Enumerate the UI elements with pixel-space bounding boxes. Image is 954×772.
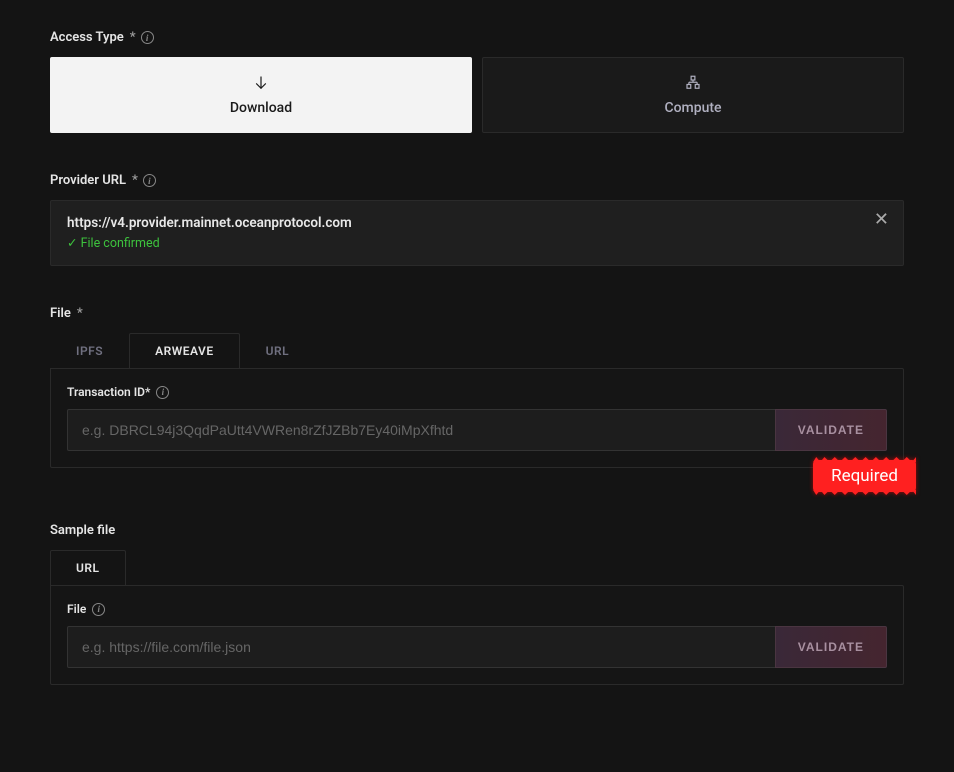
tab-ipfs[interactable]: IPFS (50, 333, 129, 368)
access-type-label: Access Type * i (50, 30, 904, 45)
file-tabs: IPFS ARWEAVE URL (50, 333, 904, 368)
tab-url[interactable]: URL (240, 333, 316, 368)
provider-url: https://v4.provider.mainnet.oceanprotoco… (67, 215, 887, 231)
validate-button[interactable]: VALIDATE (775, 409, 887, 451)
sample-input-row: VALIDATE (67, 626, 887, 668)
info-icon[interactable]: i (141, 31, 154, 44)
info-icon[interactable]: i (156, 386, 169, 399)
access-download-card[interactable]: Download (50, 57, 472, 133)
download-label: Download (230, 100, 292, 116)
sample-panel: File i VALIDATE (50, 585, 904, 685)
download-icon (252, 74, 270, 92)
provider-section: Provider URL * i https://v4.provider.main… (50, 173, 904, 266)
sample-file-label-text: File (67, 602, 86, 616)
required-mark: * (77, 306, 83, 321)
access-type-text: Access Type (50, 30, 124, 45)
required-badge: Required (813, 460, 916, 492)
required-mark: * (132, 173, 138, 188)
sample-tabs: URL (50, 550, 904, 585)
file-label-text: File (50, 306, 71, 321)
required-mark: * (130, 30, 136, 45)
validate-button[interactable]: VALIDATE (775, 626, 887, 668)
sample-label-text: Sample file (50, 523, 115, 538)
transaction-id-input[interactable] (67, 409, 775, 451)
provider-status: ✓ File confirmed (67, 235, 887, 251)
tab-arweave[interactable]: ARWEAVE (129, 333, 240, 368)
tab-sample-url[interactable]: URL (50, 550, 126, 585)
transaction-label-text: Transaction ID* (67, 385, 150, 399)
provider-label-text: Provider URL (50, 173, 126, 188)
access-type-section: Access Type * i Download Compute (50, 30, 904, 133)
info-icon[interactable]: i (143, 174, 156, 187)
file-panel: Transaction ID* i VALIDATE (50, 368, 904, 468)
sample-file-input[interactable] (67, 626, 775, 668)
file-section: File * IPFS ARWEAVE URL Transaction ID* i… (50, 306, 904, 468)
access-type-options: Download Compute (50, 57, 904, 133)
compute-label: Compute (664, 100, 721, 116)
transaction-id-label: Transaction ID* i (67, 385, 887, 399)
sample-section: Sample file URL File i VALIDATE (50, 523, 904, 685)
access-compute-card[interactable]: Compute (482, 57, 904, 133)
sample-file-label: File i (67, 602, 887, 616)
transaction-input-row: VALIDATE (67, 409, 887, 451)
provider-label: Provider URL * i (50, 173, 904, 188)
sample-label: Sample file (50, 523, 904, 538)
close-icon[interactable]: ✕ (874, 211, 889, 229)
info-icon[interactable]: i (92, 603, 105, 616)
provider-box: https://v4.provider.mainnet.oceanprotoco… (50, 200, 904, 266)
compute-icon (684, 74, 702, 92)
file-label: File * (50, 306, 904, 321)
